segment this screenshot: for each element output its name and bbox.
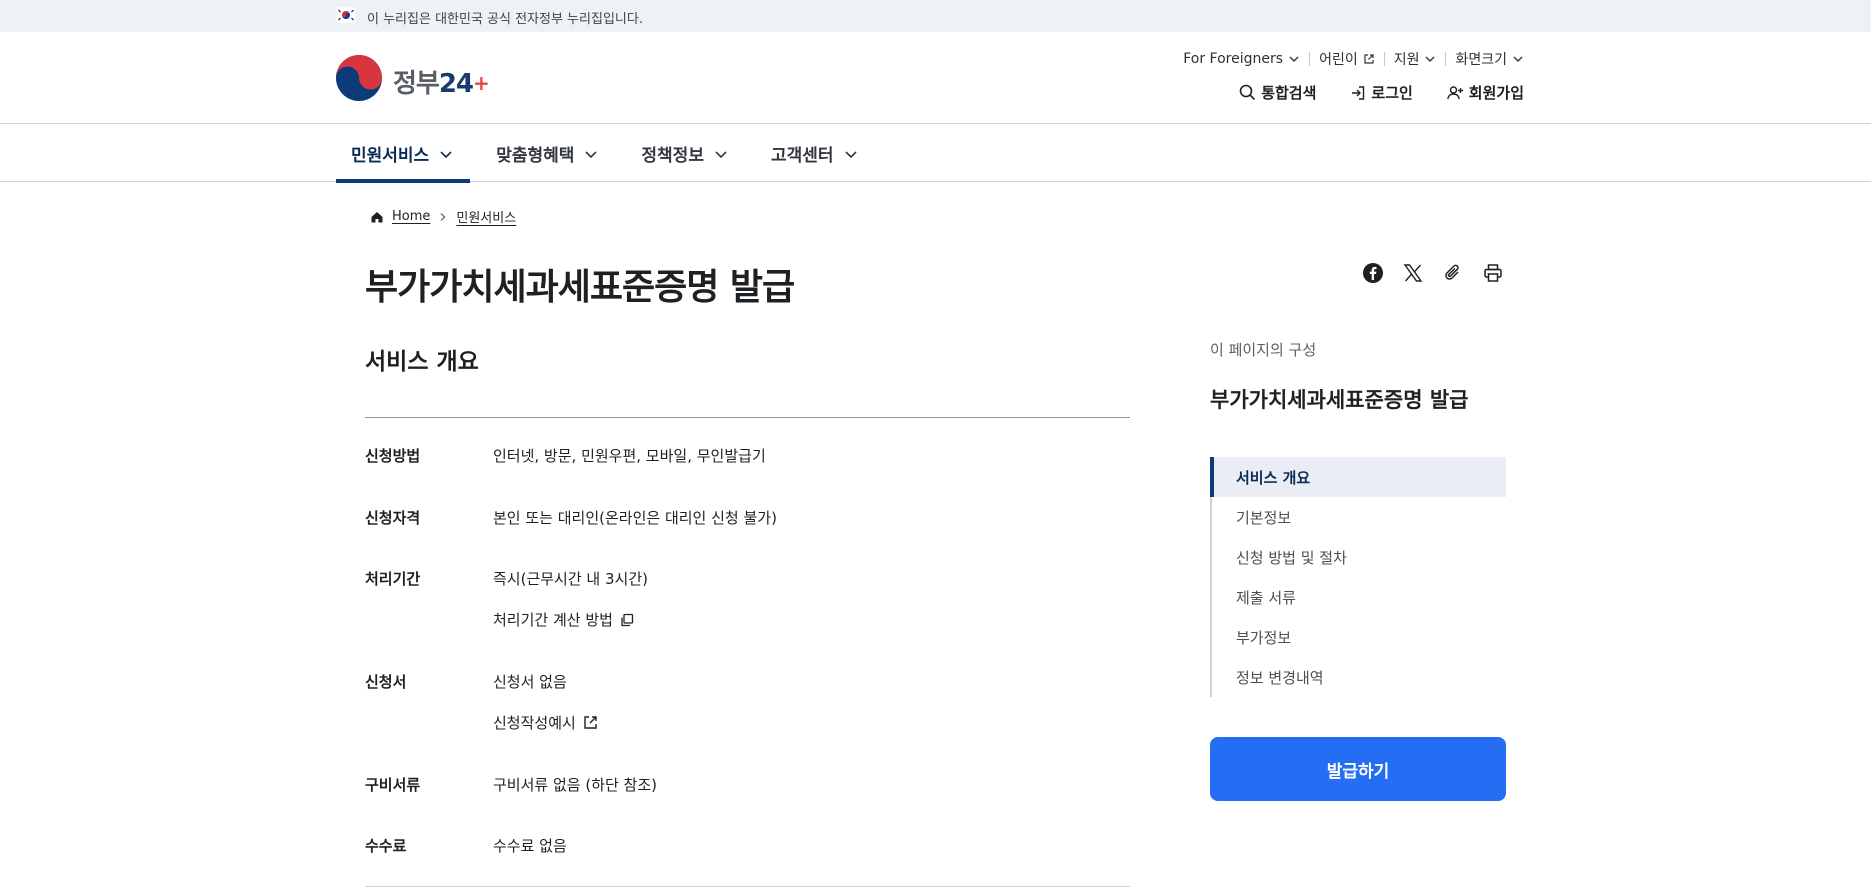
- info-label: 구비서류: [365, 776, 421, 794]
- form-example-link[interactable]: 신청작성예시: [493, 712, 599, 733]
- nav-minwon-service[interactable]: 민원서비스: [336, 125, 471, 183]
- for-foreigners-menu[interactable]: For Foreigners: [1174, 51, 1309, 67]
- toc-item-procedure[interactable]: 신청 방법 및 절차: [1212, 537, 1506, 577]
- user-add-icon: [1447, 85, 1463, 99]
- toc-item-service-overview[interactable]: 서비스 개요: [1210, 457, 1506, 497]
- info-label: 수수료: [365, 837, 407, 855]
- issue-button[interactable]: 발급하기: [1210, 737, 1506, 801]
- site-header: 정부24+ For Foreigners 어린이 지원 화면크기 통합검색 로그…: [0, 32, 1871, 124]
- info-value: 수수료 없음: [493, 837, 567, 855]
- breadcrumb-current[interactable]: 민원서비스: [456, 207, 516, 226]
- info-row-eligibility: 신청자격 본인 또는 대리인(온라인은 대리인 신청 불가): [365, 507, 777, 528]
- info-row-method: 신청방법 인터넷, 방문, 민원우편, 모바일, 무인발급기: [365, 445, 766, 466]
- facebook-icon: [1363, 263, 1383, 283]
- search-button[interactable]: 통합검색: [1239, 82, 1316, 103]
- signup-button[interactable]: 회원가입: [1447, 82, 1524, 103]
- chevron-down-icon: [585, 150, 597, 158]
- info-row-form: 신청서 신청서 없음 신청작성예시: [365, 671, 597, 732]
- chevron-down-icon: [1513, 56, 1523, 62]
- main-navigation: 민원서비스 맞춤형혜택 정책정보 고객센터: [0, 125, 1871, 183]
- utility-menu: For Foreigners 어린이 지원 화면크기: [1174, 49, 1524, 69]
- info-value: 신청서 없음: [493, 673, 567, 691]
- nav-customer-center[interactable]: 고객센터: [756, 125, 875, 182]
- nav-custom-benefit[interactable]: 맞춤형혜택: [481, 125, 615, 182]
- page-title: 부가가치세과세표준증명 발급: [365, 267, 795, 308]
- header-actions: 통합검색 로그인 회원가입: [1239, 82, 1524, 103]
- info-value: 구비서류 없음 (하단 참조): [493, 776, 658, 794]
- taegeuk-logo-icon: [336, 55, 382, 101]
- chevron-down-icon: [440, 150, 452, 158]
- info-label: 신청방법: [365, 447, 421, 465]
- x-icon: [1403, 264, 1423, 282]
- login-icon: [1352, 85, 1365, 100]
- external-link-icon: [1364, 54, 1374, 64]
- gov-banner: 이 누리집은 대한민국 공식 전자정부 누리집입니다.: [0, 0, 1871, 32]
- info-label: 신청서: [365, 673, 407, 691]
- copy-window-icon: [621, 613, 634, 626]
- x-share-button[interactable]: [1402, 262, 1424, 284]
- copy-link-button[interactable]: [1442, 262, 1464, 284]
- toc-item-basic-info[interactable]: 기본정보: [1212, 497, 1506, 537]
- support-menu[interactable]: 지원: [1385, 49, 1446, 69]
- section-heading: 서비스 개요: [365, 349, 479, 375]
- share-tools: [1362, 262, 1504, 284]
- gov-banner-text: 이 누리집은 대한민국 공식 전자정부 누리집입니다.: [367, 12, 643, 27]
- paperclip-icon: [1445, 264, 1459, 280]
- printer-icon: [1484, 264, 1502, 282]
- screen-size-menu[interactable]: 화면크기: [1446, 49, 1524, 69]
- search-icon: [1239, 84, 1256, 101]
- toc-item-change-history[interactable]: 정보 변경내역: [1212, 657, 1506, 697]
- toc-item-additional-info[interactable]: 부가정보: [1212, 617, 1506, 657]
- table-of-contents: 서비스 개요 기본정보 신청 방법 및 절차 제출 서류 부가정보 정보 변경내…: [1210, 457, 1506, 697]
- breadcrumb: Home 민원서비스: [370, 207, 516, 226]
- info-row-docs: 구비서류 구비서류 없음 (하단 참조): [365, 774, 657, 795]
- info-row-fee: 수수료 수수료 없음: [365, 835, 567, 856]
- page-outline: 이 페이지의 구성 부가가치세과세표준증명 발급 서비스 개요 기본정보 신청 …: [1210, 339, 1506, 801]
- facebook-share-button[interactable]: [1362, 262, 1384, 284]
- info-value: 본인 또는 대리인(온라인은 대리인 신청 불가): [493, 509, 777, 527]
- print-button[interactable]: [1482, 262, 1504, 284]
- chevron-right-icon: [440, 212, 446, 221]
- info-label: 신청자격: [365, 509, 421, 527]
- nav-policy-info[interactable]: 정책정보: [626, 125, 745, 182]
- info-label: 처리기간: [365, 570, 421, 588]
- chevron-down-icon: [715, 150, 727, 158]
- info-value: 인터넷, 방문, 민원우편, 모바일, 무인발급기: [493, 447, 766, 465]
- toc-item-documents[interactable]: 제출 서류: [1212, 577, 1506, 617]
- home-icon: [371, 211, 383, 222]
- site-logo[interactable]: 정부24+: [335, 54, 490, 102]
- chevron-down-icon: [844, 150, 857, 158]
- chevron-down-icon: [1289, 56, 1299, 62]
- external-link-icon: [584, 716, 597, 729]
- korea-flag-icon: [336, 7, 356, 23]
- kids-link[interactable]: 어린이: [1310, 49, 1384, 69]
- breadcrumb-home[interactable]: Home: [392, 209, 430, 224]
- info-value: 즉시(근무시간 내 3시간): [493, 570, 648, 588]
- login-button[interactable]: 로그인: [1350, 82, 1413, 103]
- outline-caption: 이 페이지의 구성: [1210, 341, 1317, 359]
- outline-title: 부가가치세과세표준증명 발급: [1210, 388, 1469, 412]
- info-row-period: 처리기간 즉시(근무시간 내 3시간) 처리기간 계산 방법: [365, 568, 648, 629]
- period-calc-link[interactable]: 처리기간 계산 방법: [493, 609, 635, 630]
- chevron-down-icon: [1425, 56, 1435, 62]
- section-divider: [365, 886, 1130, 887]
- section-divider: [365, 417, 1130, 418]
- logo-text: 정부24+: [393, 69, 490, 99]
